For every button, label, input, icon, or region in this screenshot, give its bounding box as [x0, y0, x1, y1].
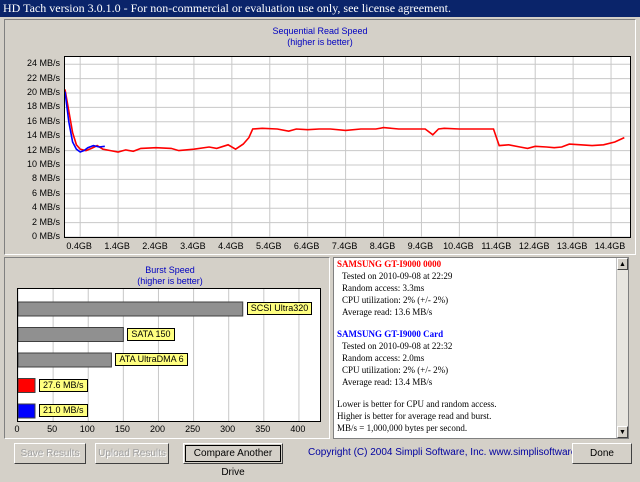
burst-bar-label: 21.0 MB/s — [39, 404, 88, 417]
seq-x-tick: 7.4GB — [331, 241, 358, 251]
burst-bar-2 — [18, 327, 124, 342]
seq-x-tick: 2.4GB — [142, 241, 168, 251]
seq-x-tick: 8.4GB — [369, 241, 396, 251]
burst-bar-3 — [18, 352, 112, 368]
drive1-average-read: Average read: 13.6 MB/s — [342, 307, 433, 317]
seq-y-tick: 12 MB/s — [26, 144, 60, 155]
burst-bar-label: 27.6 MB/s — [39, 378, 88, 392]
results-scrollbar[interactable]: ▲ ▼ — [616, 258, 628, 438]
drive1-tested: Tested on 2010-09-08 at 22:29 — [342, 271, 453, 281]
upload-results-button[interactable]: Upload Results — [95, 443, 169, 464]
burst-x-tick: 350 — [255, 424, 271, 434]
seq-y-tick: 14 MB/s — [26, 130, 60, 141]
seq-x-tick: 0.4GB — [66, 241, 92, 251]
seq-x-tick: 9.4GB — [407, 241, 434, 251]
done-button[interactable]: Done — [572, 443, 632, 464]
seq-x-tick: 3.4GB — [180, 241, 206, 251]
burst-x-tick: 100 — [79, 424, 95, 434]
seq-y-tick: 16 MB/s — [26, 115, 60, 126]
seq-x-tick: 4.4GB — [218, 241, 244, 251]
window-title: HD Tach version 3.0.1.0 - For non-commer… — [3, 1, 452, 15]
burst-x-tick: 0 — [14, 424, 20, 434]
copyright-text: Copyright (C) 2004 Simpli Software, Inc.… — [308, 447, 599, 458]
seq-y-tick: 10 MB/s — [26, 159, 60, 169]
drive1-cpu: CPU utilization: 2% (+/- 2%) — [342, 295, 449, 305]
seq-chart-svg — [65, 57, 630, 237]
note-mbs-definition: MB/s = 1,000,000 bytes per second. — [337, 423, 468, 433]
burst-bar-5 — [18, 403, 36, 419]
burst-x-tick: 250 — [185, 424, 201, 434]
seq-chart-subtitle: (higher is better) — [287, 37, 353, 47]
burst-bar-4 — [18, 378, 36, 393]
seq-y-tick: 2 MB/s — [31, 216, 60, 227]
window-title-bar: HD Tach version 3.0.1.0 - For non-commer… — [0, 0, 640, 17]
seq-y-tick: 8 MB/s — [31, 173, 60, 184]
seq-x-tick: 12.4GB — [518, 241, 550, 251]
compare-another-drive-button[interactable]: Compare Another Drive — [183, 443, 283, 478]
burst-chart-subtitle: (higher is better) — [137, 276, 203, 286]
drive1-name: SAMSUNG GT-I9000 0000 — [337, 259, 442, 269]
seq-x-tick: 11.4GB — [481, 241, 512, 251]
seq-y-tick: 22 MB/s — [26, 72, 60, 83]
burst-x-tick: 200 — [149, 424, 165, 434]
burst-chart-title: Burst Speed — [145, 265, 195, 275]
burst-bar-1 — [18, 301, 244, 317]
seq-y-tick: 24 MB/s — [26, 58, 60, 69]
drive2-random-access: Random access: 2.0ms — [342, 353, 425, 363]
seq-x-tick: 10.4GB — [443, 241, 474, 251]
seq-x-tick: 14.4GB — [594, 241, 626, 251]
seq-y-tick: 4 MB/s — [31, 202, 60, 213]
burst-bar-label: SCSI Ultra320 — [246, 302, 313, 315]
seq-chart-title: Sequential Read Speed — [272, 26, 368, 36]
sequential-read-panel: Sequential Read Speed (higher is better)… — [4, 19, 636, 255]
scroll-up-icon[interactable]: ▲ — [617, 258, 628, 270]
results-panel[interactable]: SAMSUNG GT-I9000 0000 Tested on 2010-09-… — [333, 257, 629, 439]
scroll-down-icon[interactable]: ▼ — [617, 426, 628, 438]
drive2-average-read: Average read: 13.4 MB/s — [342, 377, 433, 387]
seq-plot-area — [64, 56, 631, 238]
seq-y-tick: 20 MB/s — [26, 87, 60, 97]
seq-x-tick: 5.4GB — [255, 241, 282, 251]
drive2-tested: Tested on 2010-09-08 at 22:32 — [342, 341, 453, 351]
drive2-cpu: CPU utilization: 2% (+/- 2%) — [342, 365, 449, 375]
seq-y-tick: 18 MB/s — [26, 101, 60, 112]
burst-bar-label: SATA 150 — [127, 327, 175, 341]
note-higher-better: Higher is better for average read and bu… — [337, 411, 492, 421]
seq-x-tick: 1.4GB — [104, 241, 130, 251]
seq-series-line-1 — [65, 89, 625, 153]
burst-speed-panel: Burst Speed (higher is better) 0 50 100 150… — [4, 257, 330, 439]
burst-bar-label: ATA UltraDMA 6 — [115, 353, 188, 366]
drive2-name: SAMSUNG GT-I9000 Card — [337, 329, 444, 339]
seq-x-tick: 6.4GB — [293, 241, 320, 251]
burst-x-tick: 300 — [220, 424, 236, 434]
seq-y-tick: 0 MB/s — [31, 231, 60, 241]
drive1-random-access: Random access: 3.3ms — [342, 283, 425, 293]
note-lower-better: Lower is better for CPU and random acces… — [337, 399, 497, 409]
burst-x-tick: 150 — [114, 424, 130, 434]
seq-y-tick: 6 MB/s — [31, 187, 60, 198]
burst-x-tick: 50 — [47, 424, 58, 434]
burst-x-tick: 400 — [290, 424, 306, 434]
seq-x-tick: 13.4GB — [556, 241, 588, 251]
save-results-button[interactable]: Save Results — [14, 443, 86, 464]
